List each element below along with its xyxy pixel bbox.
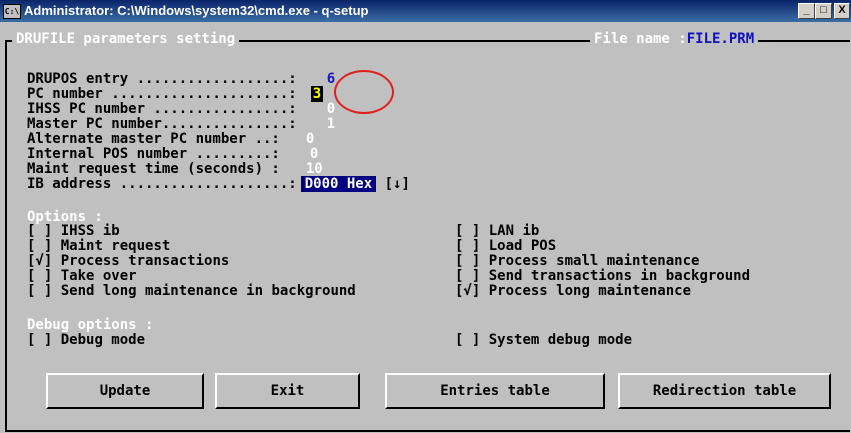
option-send-long-maintenance[interactable]: [ ] Send long maintenance in background <box>27 284 356 299</box>
alternate-master-value[interactable]: 0 <box>306 131 314 147</box>
option-maint-request[interactable]: [ ] Maint request <box>27 239 170 254</box>
ihss-pc-number-value[interactable]: 0 <box>327 101 335 117</box>
pc-number-input[interactable]: 3 <box>310 86 324 102</box>
field-alternate-master: Alternate master PC number ..: 0 <box>27 131 315 147</box>
field-maint-request-time: Maint request time (seconds) :10 <box>27 161 323 177</box>
file-name-value: FILE.PRM <box>686 31 755 47</box>
option-system-debug-mode[interactable]: [ ] System debug mode <box>455 333 632 348</box>
redirection-table-button[interactable]: Redirection table <box>618 373 831 409</box>
ib-address-value[interactable]: D000 Hex <box>300 176 377 192</box>
option-process-transactions[interactable]: [√] Process transactions <box>27 254 229 269</box>
option-load-pos[interactable]: [ ] Load POS <box>455 239 556 254</box>
minimize-button[interactable]: _ <box>798 3 815 19</box>
field-internal-pos: Internal POS number .........: 0 <box>27 146 319 162</box>
cmd-icon: C:\ <box>3 4 21 19</box>
field-pc-number: PC number .....................: 3 <box>27 86 324 102</box>
option-ihss-ib[interactable]: [ ] IHSS ib <box>27 224 120 239</box>
annotation-circle <box>334 70 394 114</box>
entries-table-button[interactable]: Entries table <box>385 373 605 409</box>
option-process-small-maintenance[interactable]: [ ] Process small maintenance <box>455 254 699 269</box>
debug-options-heading: Debug options : <box>27 317 154 333</box>
ib-address-dropdown[interactable]: [↓] <box>385 176 410 192</box>
internal-pos-value[interactable]: 0 <box>310 146 318 162</box>
window-title: Administrator: C:\Windows\system32\cmd.e… <box>24 3 369 18</box>
field-drupos-entry: DRUPOS entry ..................: 6 <box>27 71 336 87</box>
option-debug-mode[interactable]: [ ] Debug mode <box>27 333 145 348</box>
maximize-button[interactable]: □ <box>815 3 832 19</box>
option-process-long-maintenance[interactable]: [√] Process long maintenance <box>455 284 691 299</box>
field-ib-address: IB address ....................: D000 Hex… <box>27 176 410 192</box>
field-master-pc-number: Master PC number...............: 1 <box>27 116 336 132</box>
master-pc-number-value[interactable]: 1 <box>327 116 335 132</box>
file-name-label: File name : <box>594 31 687 47</box>
window-title-bar: C:\ Administrator: C:\Windows\system32\c… <box>0 0 851 22</box>
console-area: DRUFILE parameters setting File name :FI… <box>0 22 851 433</box>
drupos-entry-value: 6 <box>326 71 336 87</box>
option-take-over[interactable]: [ ] Take over <box>27 269 137 284</box>
file-name-display: File name :FILE.PRM <box>590 31 759 47</box>
maint-request-time-value[interactable]: 10 <box>306 161 323 177</box>
close-button[interactable]: X <box>834 3 850 19</box>
exit-button[interactable]: Exit <box>215 373 360 409</box>
update-button[interactable]: Update <box>46 373 204 409</box>
option-send-transactions-background[interactable]: [ ] Send transactions in background <box>455 269 750 284</box>
option-lan-ib[interactable]: [ ] LAN ib <box>455 224 539 239</box>
panel-title: DRUFILE parameters setting <box>12 31 240 47</box>
field-ihss-pc-number: IHSS PC number ................: 0 <box>27 101 336 117</box>
